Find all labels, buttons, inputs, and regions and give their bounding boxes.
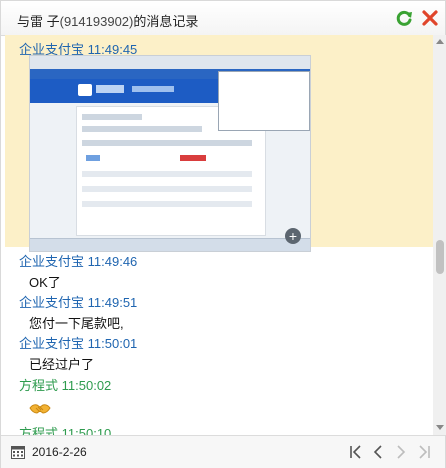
sender-name: 企业支付宝 — [19, 336, 85, 351]
screenshot-image[interactable]: + — [29, 55, 311, 252]
message-header: 方程式 11:50:10 — [19, 423, 111, 435]
title-suffix: 的消息记录 — [133, 14, 199, 29]
screenshot-red-tag — [180, 155, 206, 161]
message-text: 您付一下尾款吧, — [29, 316, 124, 331]
message-time: 11:50:10 — [61, 426, 112, 435]
vertical-scrollbar[interactable] — [433, 35, 446, 435]
message-header: 方程式 11:50:02 — [19, 375, 111, 394]
window-title: 与雷 子(914193902)的消息记录 — [17, 11, 198, 30]
screenshot-browser-bar — [30, 56, 310, 69]
next-page-icon[interactable] — [393, 444, 409, 460]
message-header: 企业支付宝 11:50:01 — [19, 333, 137, 352]
message-header: 企业支付宝 11:49:51 — [19, 292, 137, 311]
message-time: 11:49:51 — [87, 295, 138, 310]
handshake-emoji-icon — [29, 404, 51, 414]
scrollbar-thumb[interactable] — [436, 240, 444, 274]
screenshot-row — [82, 201, 252, 207]
screenshot-logo — [78, 84, 92, 96]
sender-name: 企业支付宝 — [19, 254, 85, 269]
title-bar: 与雷 子(914193902)的消息记录 — [1, 1, 445, 36]
screenshot-row — [82, 126, 202, 132]
screenshot-link — [86, 155, 100, 161]
message-header: 企业支付宝 11:49:46 — [19, 251, 137, 270]
sender-name: 企业支付宝 — [19, 295, 85, 310]
refresh-icon[interactable] — [394, 8, 414, 28]
message-time: 11:50:01 — [87, 336, 138, 351]
screenshot-popup — [218, 71, 310, 131]
close-icon[interactable] — [420, 8, 440, 28]
calendar-icon[interactable] — [11, 445, 25, 459]
scroll-down-icon[interactable] — [436, 425, 444, 430]
sender-name: 方程式 — [19, 426, 59, 435]
screenshot-row — [82, 186, 252, 192]
zoom-plus-icon[interactable]: + — [285, 228, 301, 244]
title-qq-number: (914193902) — [59, 14, 134, 29]
screenshot-banner-text — [132, 86, 174, 92]
title-contact-name: 与雷 子 — [17, 14, 60, 29]
message-time: 11:49:46 — [87, 254, 138, 269]
prev-page-icon[interactable] — [370, 444, 386, 460]
footer-bar: 2016-2-26 — [1, 435, 445, 468]
screenshot-row — [82, 140, 252, 146]
screenshot-logo-text — [96, 85, 124, 93]
last-page-icon[interactable] — [416, 444, 432, 460]
scroll-up-icon[interactable] — [436, 39, 444, 44]
chat-history-window: 与雷 子(914193902)的消息记录 企业支付宝 11:49:45 + 企业… — [0, 0, 446, 468]
message-text: OK了 — [29, 275, 61, 290]
sender-name: 方程式 — [19, 378, 59, 393]
screenshot-taskbar — [30, 238, 310, 251]
first-page-icon[interactable] — [348, 444, 364, 460]
screenshot-row — [82, 171, 252, 177]
message-text: 已经过户了 — [29, 357, 95, 372]
message-time: 11:50:02 — [61, 378, 112, 393]
screenshot-row — [82, 114, 142, 120]
message-list[interactable]: 企业支付宝 11:49:45 + 企业支付宝 11:49:46 OK了 企业支付… — [1, 35, 433, 435]
history-date[interactable]: 2016-2-26 — [32, 445, 87, 459]
